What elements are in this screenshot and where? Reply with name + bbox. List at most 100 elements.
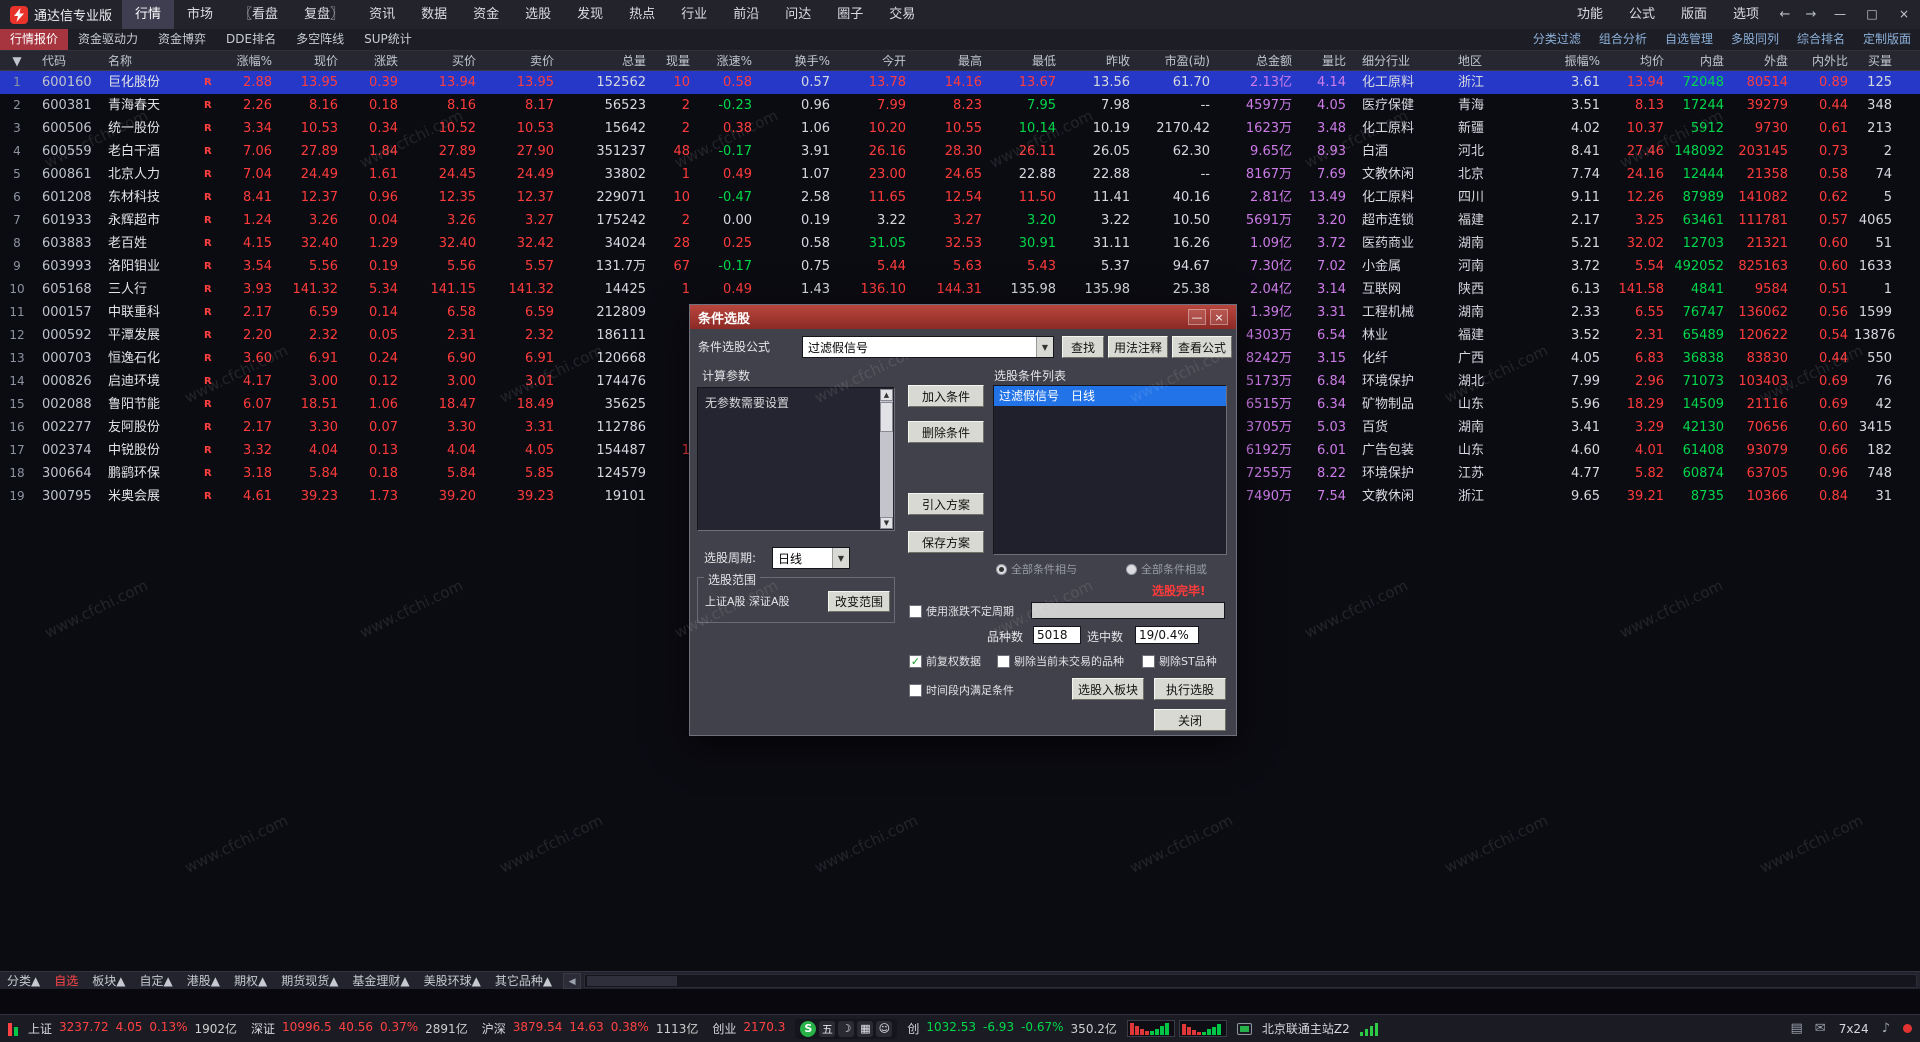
col-avg[interactable]: 均价 (1606, 51, 1670, 70)
radio-all-or[interactable]: 全部条件相或 (1126, 561, 1207, 577)
bottom-tab-板块▲[interactable]: 板块▲ (85, 972, 132, 990)
table-row[interactable]: 10 605168 三人行 R 3.93 141.32 5.34 141.15 141.32 14… (0, 278, 1920, 301)
bottom-tab-其它品种▲[interactable]: 其它品种▲ (488, 972, 559, 990)
menu-item-圈子[interactable]: 圈子 (824, 0, 876, 29)
checkbox-variable-period[interactable]: 使用涨跌不定周期 (909, 603, 1014, 619)
minimize-button[interactable]: — (1824, 0, 1856, 29)
col-seq[interactable]: ▼ (0, 51, 34, 70)
col-vol[interactable]: 总量 (560, 51, 652, 70)
tab-scroll-thumb[interactable] (587, 975, 678, 986)
change-range-button[interactable]: 改变范围 (828, 591, 890, 612)
menu-item-选股[interactable]: 选股 (512, 0, 564, 29)
tool-item-行情报价[interactable]: 行情报价 (0, 29, 69, 50)
menu-item-复盘〗[interactable]: 复盘〗 (291, 0, 356, 29)
col-pe[interactable]: 市盈(动) (1136, 51, 1216, 70)
add-condition-button[interactable]: 加入条件 (908, 385, 984, 407)
tool-item-多空阵线[interactable]: 多空阵线 (286, 29, 354, 50)
menu-item-前沿[interactable]: 前沿 (720, 0, 772, 29)
table-row[interactable]: 1 600160 巨化股份 R 2.88 13.95 0.39 13.94 13.95 15256… (0, 71, 1920, 94)
col-amp[interactable]: 振幅% (1524, 51, 1606, 70)
col-reg[interactable]: 地区 (1448, 51, 1524, 70)
tool-link-综合排名[interactable]: 综合排名 (1788, 29, 1854, 50)
col-open[interactable]: 今开 (836, 51, 912, 70)
tool-item-SUP统计[interactable]: SUP统计 (354, 29, 422, 50)
col-amt[interactable]: 总金额 (1216, 51, 1298, 70)
condition-list-item-selected[interactable]: 过滤假信号 日线 (994, 386, 1226, 406)
chevron-down-icon[interactable]: ▼ (832, 548, 849, 568)
col-lb[interactable]: 量比 (1298, 51, 1352, 70)
sound-icon[interactable]: ♪ (1882, 1021, 1890, 1036)
dialog-close-icon[interactable]: × (1210, 309, 1228, 325)
tool-link-组合分析[interactable]: 组合分析 (1590, 29, 1656, 50)
tab-scrollbar[interactable] (584, 973, 1917, 988)
menu-item-问达[interactable]: 问达 (772, 0, 824, 29)
variable-period-field[interactable] (1031, 602, 1225, 619)
save-plan-button[interactable]: 保存方案 (908, 531, 984, 553)
table-row[interactable]: 8 603883 老百姓 R 4.15 32.40 1.29 32.40 32.42 34024 2… (0, 232, 1920, 255)
scroll-thumb[interactable] (880, 402, 893, 432)
market-chart-icon[interactable] (8, 1022, 18, 1036)
usage-note-button[interactable]: 用法注释 (1108, 336, 1168, 358)
col-sell[interactable]: 卖价 (482, 51, 560, 70)
col-r[interactable] (196, 51, 218, 70)
checkbox-remove-untraded[interactable]: 剔除当前未交易的品种 (997, 653, 1124, 669)
emoji-icon[interactable]: ☺ (876, 1020, 893, 1037)
bottom-tab-分类▲[interactable]: 分类▲ (0, 972, 47, 990)
wubi-icon[interactable]: 五 (819, 1020, 836, 1037)
chevron-down-icon[interactable]: ▼ (1036, 337, 1053, 357)
table-row[interactable]: 2 600381 青海春天 R 2.26 8.16 0.18 8.16 8.17 56523 2 -0… (0, 94, 1920, 117)
table-row[interactable]: 6 601208 东材科技 R 8.41 12.37 0.96 12.35 12.37 22907… (0, 186, 1920, 209)
period-combobox[interactable]: 日线 ▼ (772, 547, 850, 569)
col-bvol[interactable]: 买量 (1854, 51, 1898, 70)
import-plan-button[interactable]: 引入方案 (908, 493, 984, 515)
maximize-button[interactable]: □ (1856, 0, 1888, 29)
find-button[interactable]: 查找 (1062, 336, 1104, 358)
night-mode-icon[interactable]: ☽ (838, 1020, 855, 1037)
bottom-tab-自定▲[interactable]: 自定▲ (132, 972, 179, 990)
col-turn[interactable]: 换手% (758, 51, 836, 70)
col-speed[interactable]: 涨速% (696, 51, 758, 70)
condition-list[interactable]: 过滤假信号 日线 (993, 385, 1227, 555)
alert-dot-icon[interactable] (1903, 1024, 1912, 1033)
col-code[interactable]: 代码 (34, 51, 100, 70)
col-inn[interactable]: 内盘 (1670, 51, 1730, 70)
execute-pick-button[interactable]: 执行选股 (1154, 678, 1226, 700)
menu-item-功能[interactable]: 功能 (1564, 0, 1616, 29)
pick-to-block-button[interactable]: 选股入板块 (1072, 678, 1144, 700)
bottom-tab-美股环球▲[interactable]: 美股环球▲ (417, 972, 488, 990)
bottom-tab-港股▲[interactable]: 港股▲ (180, 972, 227, 990)
close-button[interactable]: × (1888, 0, 1920, 29)
col-chg[interactable]: 涨跌 (344, 51, 404, 70)
menu-item-资金[interactable]: 资金 (460, 0, 512, 29)
col-buy[interactable]: 买价 (404, 51, 482, 70)
back-icon[interactable]: ← (1772, 0, 1798, 29)
menu-item-市场[interactable]: 市场 (174, 0, 226, 29)
col-prev[interactable]: 昨收 (1062, 51, 1136, 70)
col-low[interactable]: 最低 (988, 51, 1062, 70)
col-pct[interactable]: 涨幅% (218, 51, 278, 70)
col-ratio[interactable]: 内外比 (1794, 51, 1854, 70)
tool-link-分类过滤[interactable]: 分类过滤 (1524, 29, 1590, 50)
forward-icon[interactable]: → (1798, 0, 1824, 29)
formula-combobox[interactable]: 过滤假信号 ▼ (802, 336, 1054, 358)
bottom-tab-自选[interactable]: 自选 (47, 972, 85, 990)
tool-item-资金博弈[interactable]: 资金博弈 (148, 29, 216, 50)
menu-item-〖看盘[interactable]: 〖看盘 (226, 0, 291, 29)
view-formula-button[interactable]: 查看公式 (1172, 336, 1232, 358)
close-dialog-button[interactable]: 关闭 (1154, 709, 1226, 731)
table-row[interactable]: 3 600506 统一股份 R 3.34 10.53 0.34 10.52 10.53 15642… (0, 117, 1920, 140)
menu-item-行业[interactable]: 行业 (668, 0, 720, 29)
col-high[interactable]: 最高 (912, 51, 988, 70)
bottom-tab-期权▲[interactable]: 期权▲ (227, 972, 274, 990)
menu-item-选项[interactable]: 选项 (1720, 0, 1772, 29)
menu-item-交易[interactable]: 交易 (876, 0, 928, 29)
delete-condition-button[interactable]: 删除条件 (908, 421, 984, 443)
bottom-tab-期货现货▲[interactable]: 期货现货▲ (274, 972, 345, 990)
tab-scroll-left-icon[interactable]: ◀ (563, 972, 582, 989)
menu-item-数据[interactable]: 数据 (408, 0, 460, 29)
tool-link-自选管理[interactable]: 自选管理 (1656, 29, 1722, 50)
col-ind[interactable]: 细分行业 (1352, 51, 1448, 70)
col-name[interactable]: 名称 (100, 51, 196, 70)
keyboard-icon[interactable]: ▦ (857, 1020, 874, 1037)
count-field[interactable]: 5018 (1033, 626, 1081, 644)
